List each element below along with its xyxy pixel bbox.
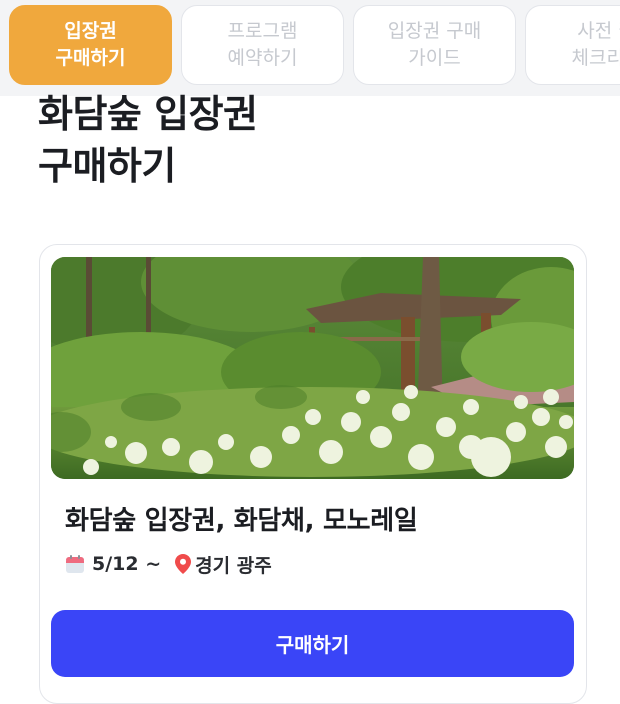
tab-label-line2: 가이드 (408, 47, 461, 69)
tab-label-line2: 예약하기 (227, 47, 298, 69)
tab-label-line1: 사전 필 (577, 20, 620, 42)
tab-label-line1: 입장권 구매 (387, 20, 482, 42)
event-location: 경기 광주 (195, 554, 272, 577)
buy-button[interactable]: 구매하기 (51, 610, 574, 677)
page-title-line2: 구매하기 (38, 144, 176, 188)
page-title: 화담숲 입장권 구매하기 (38, 88, 258, 192)
calendar-icon (66, 555, 84, 573)
event-date: 5/12 ~ (92, 553, 162, 575)
product-card[interactable]: 화담숲 입장권, 화담채, 모노레일 5/12 ~ 경기 광주 구매하기 (39, 244, 587, 704)
tab-purchase-guide[interactable]: 입장권 구매 가이드 (353, 5, 516, 85)
tab-label-line1: 프로그램 (227, 20, 298, 42)
tab-bar: 입장권 구매하기 프로그램 예약하기 입장권 구매 가이드 사전 필 체크리스 (0, 0, 620, 96)
tab-program-reservation[interactable]: 프로그램 예약하기 (181, 5, 344, 85)
tab-label-line1: 입장권 (64, 20, 117, 42)
card-meta: 5/12 ~ 경기 광주 (65, 551, 272, 577)
location-pin-icon (175, 554, 192, 574)
card-title: 화담숲 입장권, 화담채, 모노레일 (65, 506, 418, 536)
page-title-line1: 화담숲 입장권 (38, 92, 258, 136)
tab-ticket-purchase[interactable]: 입장권 구매하기 (9, 5, 172, 85)
tab-label-line2: 구매하기 (55, 47, 126, 69)
garden-photo (51, 257, 574, 479)
tab-label-line2: 체크리스 (571, 47, 620, 69)
tab-checklist[interactable]: 사전 필 체크리스 (525, 5, 620, 85)
